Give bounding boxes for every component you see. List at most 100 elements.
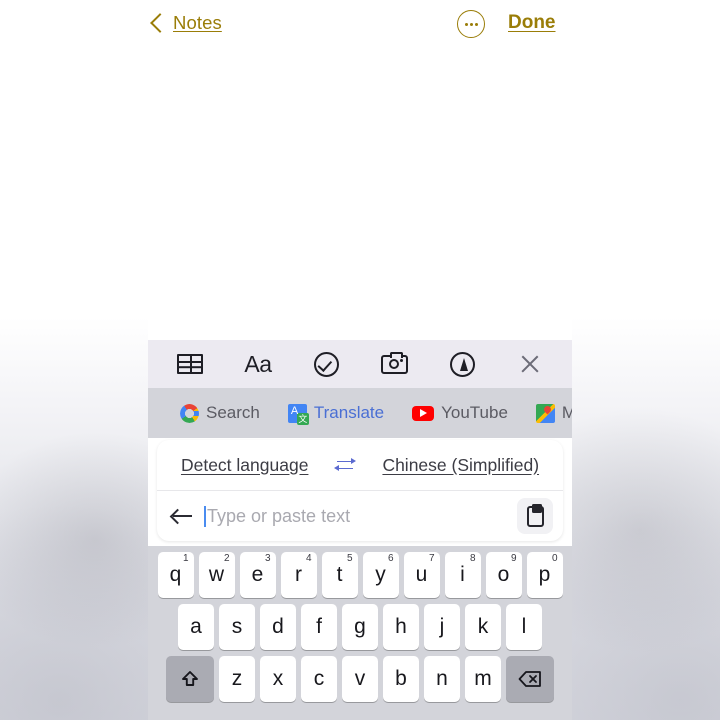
key-t[interactable]: 5t: [321, 552, 358, 598]
key-number-hint: 4: [305, 553, 312, 564]
translate-text-input[interactable]: Type or paste text: [204, 505, 505, 527]
swap-arrows-icon[interactable]: [334, 457, 357, 473]
chevron-left-icon: [150, 13, 170, 33]
key-label: q: [169, 563, 182, 586]
suggestion-label: Ma: [561, 403, 572, 422]
key-n[interactable]: n: [424, 656, 460, 702]
key-label: n: [436, 667, 448, 690]
back-arrow-icon[interactable]: [171, 508, 192, 525]
key-u[interactable]: 7u: [403, 552, 440, 598]
clipboard-paste-icon: [526, 503, 544, 527]
key-label: x: [272, 667, 284, 690]
key-label: c: [313, 667, 325, 690]
language-selector-row: Detect language Chinese (Simplified): [157, 440, 563, 491]
key-s[interactable]: s: [219, 604, 255, 650]
key-f[interactable]: f: [301, 604, 337, 650]
key-g[interactable]: g: [342, 604, 378, 650]
shift-arrow-icon: [182, 671, 198, 686]
translate-input-placeholder: Type or paste text: [207, 505, 351, 526]
key-label: h: [395, 615, 407, 638]
key-i[interactable]: 8i: [444, 552, 481, 598]
table-button[interactable]: [169, 343, 211, 385]
text-format-button[interactable]: Aa: [237, 343, 279, 385]
on-screen-keyboard: 1q2w3e4r5t6y7u8i9o0p asdfghjkl zxcvbnm: [148, 546, 572, 720]
keyboard-row-2: as d f g h jkl: [148, 604, 572, 650]
shift-key[interactable]: [166, 656, 214, 702]
key-m[interactable]: m: [465, 656, 501, 702]
key-z[interactable]: z: [219, 656, 255, 702]
key-label: e: [251, 563, 264, 586]
key-o[interactable]: 9o: [485, 552, 522, 598]
camera-button[interactable]: [373, 343, 415, 385]
suggestion-maps[interactable]: Ma: [535, 403, 572, 423]
backspace-key[interactable]: [506, 656, 554, 702]
translate-card: Detect language Chinese (Simplified) Typ…: [157, 440, 563, 541]
key-label: u: [415, 563, 428, 586]
back-button-label: Notes: [173, 12, 222, 33]
key-a[interactable]: a: [178, 604, 214, 650]
key-number-hint: 6: [387, 553, 394, 564]
key-label: d: [272, 615, 284, 638]
suggestion-translate[interactable]: Translate: [287, 403, 385, 425]
suggestion-label: Translate: [313, 403, 385, 422]
table-icon: [177, 354, 203, 374]
suggestion-label: Search: [206, 403, 260, 422]
key-w[interactable]: 2w: [198, 552, 235, 598]
key-label: j: [439, 615, 445, 638]
key-v[interactable]: v: [342, 656, 378, 702]
key-b[interactable]: b: [383, 656, 419, 702]
source-language-button[interactable]: Detect language: [181, 455, 308, 476]
key-label: o: [497, 563, 510, 586]
key-q[interactable]: 1q: [157, 552, 194, 598]
key-r[interactable]: 4r: [280, 552, 317, 598]
dot: [464, 22, 468, 26]
back-to-notes-button[interactable]: Notes: [150, 12, 222, 34]
phone-content-column: Notes Done Aa Search 文 A Translate YouTu…: [148, 0, 572, 720]
gboard-suggestion-bar: Search Translate YouTube Ma: [148, 388, 572, 438]
suggestion-youtube[interactable]: YouTube: [412, 403, 508, 423]
suggestion-label: YouTube: [441, 403, 508, 422]
screen-root: Notes Done Aa Search 文 A Translate YouTu…: [0, 0, 720, 720]
close-toolbar-button[interactable]: [509, 343, 551, 385]
key-j[interactable]: j: [424, 604, 460, 650]
key-e[interactable]: 3e: [239, 552, 276, 598]
done-button[interactable]: Done: [508, 12, 556, 34]
key-label: p: [538, 563, 551, 586]
key-h[interactable]: h: [383, 604, 419, 650]
more-options-circle-icon[interactable]: [457, 10, 485, 38]
markup-button[interactable]: [441, 343, 483, 385]
key-c[interactable]: c: [301, 656, 337, 702]
key-number-hint: 8: [469, 553, 476, 564]
key-label: v: [354, 667, 366, 690]
key-label: s: [231, 615, 243, 638]
key-label: m: [474, 667, 492, 690]
key-label: i: [460, 563, 465, 586]
key-y[interactable]: 6y: [362, 552, 399, 598]
key-label: z: [231, 667, 243, 690]
note-editing-area[interactable]: [148, 46, 572, 340]
suggestion-google-search[interactable]: Search: [180, 403, 260, 423]
key-p[interactable]: 0p: [526, 552, 563, 598]
note-format-toolbar: Aa: [148, 340, 572, 388]
key-label: y: [375, 563, 386, 586]
key-label: t: [336, 563, 343, 586]
key-label: g: [354, 615, 366, 638]
dot: [469, 22, 473, 26]
paste-button[interactable]: [517, 498, 553, 534]
key-x[interactable]: x: [260, 656, 296, 702]
key-number-hint: 2: [223, 553, 230, 564]
keyboard-row-3: zxcvbnm: [148, 656, 572, 702]
key-label: l: [521, 615, 527, 638]
google-translate-icon: [287, 403, 309, 425]
key-l[interactable]: l: [506, 604, 542, 650]
checkmark-circle-icon: [313, 351, 339, 377]
key-k[interactable]: k: [465, 604, 501, 650]
target-language-button[interactable]: Chinese (Simplified): [382, 455, 539, 476]
checklist-button[interactable]: [305, 343, 347, 385]
text-caret: [204, 505, 206, 527]
keyboard-row-1: 1q2w3e4r5t6y7u8i9o0p: [148, 552, 572, 598]
key-number-hint: 7: [428, 553, 435, 564]
key-label: f: [316, 615, 322, 638]
key-label: b: [395, 667, 407, 690]
key-d[interactable]: d: [260, 604, 296, 650]
